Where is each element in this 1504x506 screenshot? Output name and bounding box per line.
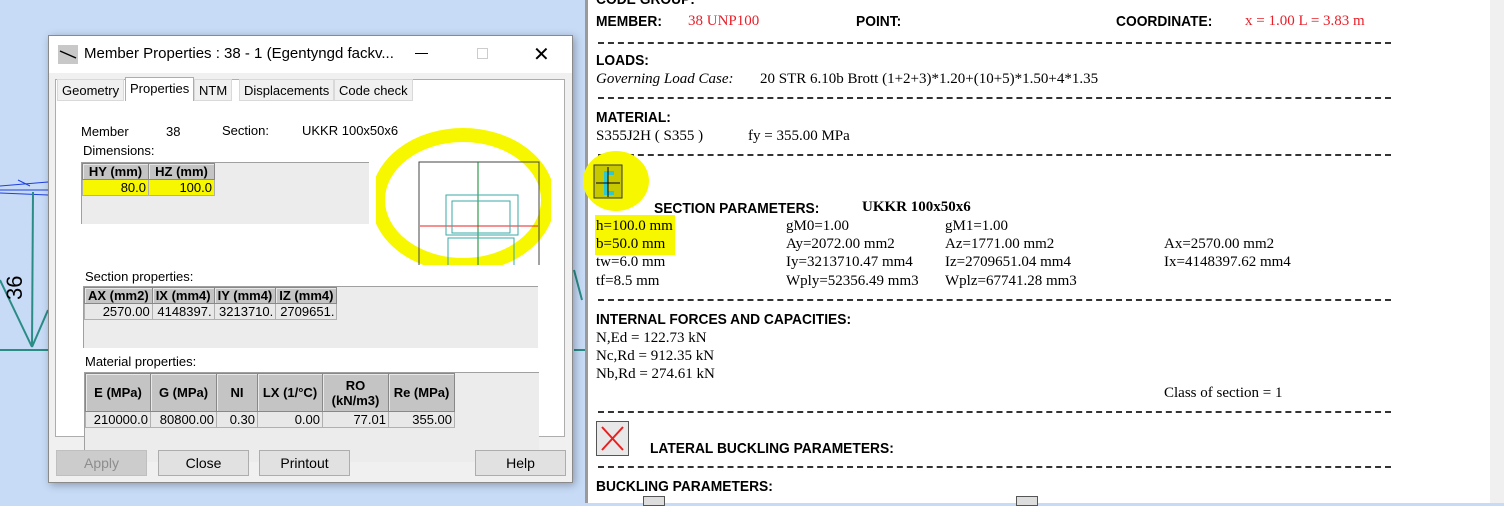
divider (598, 97, 1391, 99)
minimize-button[interactable] (415, 53, 428, 54)
tab-ntm[interactable]: NTM (194, 79, 233, 101)
tab-panel: Geometry Properties NTM Displacements Co… (55, 77, 565, 462)
material-properties-label: Material properties: (85, 354, 197, 369)
buckling-icon[interactable] (1016, 496, 1038, 506)
section-label: Section: (222, 123, 269, 138)
hy-cell[interactable]: 80.0 (82, 179, 149, 196)
param-wply: Wply=52356.49 mm3 (786, 273, 919, 289)
param-ay: Ay=2072.00 mm2 (786, 236, 895, 252)
tab-displacements[interactable]: Displacements (239, 79, 335, 101)
lx-cell[interactable]: 0.00 (257, 411, 323, 428)
col-ix: IX (mm4) (151, 287, 215, 304)
iy-cell[interactable]: 3213710. (213, 303, 277, 320)
section-parameters-label: SECTION PARAMETERS: (654, 200, 820, 217)
tab-code-check[interactable]: Code check (334, 79, 413, 101)
governing-value: 20 STR 6.10b Brott (1+2+3)*1.20+(10+5)*1… (760, 71, 1099, 87)
bar-label: 36 (2, 276, 27, 300)
param-tf: tf=8.5 mm (596, 273, 660, 289)
col-iz: IZ (mm4) (275, 287, 338, 304)
divider (598, 411, 1391, 413)
param-tw: tw=6.0 mm (596, 254, 666, 270)
internal-forces-label: INTERNAL FORCES AND CAPACITIES: (596, 311, 852, 328)
dialog-title: Member Properties : 38 - 1 (Egentyngd fa… (84, 45, 394, 62)
dimensions-label: Dimensions: (83, 143, 155, 158)
member-label: Member (81, 124, 129, 139)
help-button[interactable]: Help (475, 450, 566, 476)
force-ncrd: Nc,Rd = 912.35 kN (596, 348, 715, 364)
col-ro: RO (kN/m3) (322, 373, 389, 412)
ix-cell[interactable]: 4148397. (151, 303, 215, 320)
buckling-parameters-label: BUCKLING PARAMETERS: (596, 478, 773, 495)
lateral-buckling-label: LATERAL BUCKLING PARAMETERS: (650, 440, 894, 457)
code-group-label: CODE GROUP: (596, 0, 695, 8)
member-icon (58, 45, 78, 64)
hz-cell[interactable]: 100.0 (148, 179, 215, 196)
section-parameters-value: UKKR 100x50x6 (862, 199, 971, 215)
param-gm1: gM1=1.00 (945, 218, 1009, 234)
divider (598, 299, 1391, 301)
force-nbrd: Nb,Rd = 274.61 kN (596, 366, 715, 382)
tab-geometry[interactable]: Geometry (57, 79, 125, 101)
param-iy: Iy=3213710.47 mm4 (786, 254, 913, 270)
col-ax: AX (mm2) (84, 287, 153, 304)
param-ix: Ix=4148397.62 mm4 (1164, 254, 1291, 270)
section-icon[interactable] (578, 143, 658, 213)
ni-cell[interactable]: 0.30 (216, 411, 258, 428)
section-properties-label: Section properties: (85, 269, 194, 284)
col-e: E (MPa) (85, 373, 151, 412)
iz-cell[interactable]: 2709651. (275, 303, 338, 320)
member-value: 38 (166, 124, 181, 139)
scrollbar[interactable] (1490, 0, 1504, 503)
buckling-icon[interactable] (643, 496, 665, 506)
col-g: G (MPa) (150, 373, 217, 412)
class-of-section: Class of section = 1 (1164, 385, 1283, 401)
close-button[interactable]: Close (158, 450, 249, 476)
member-label: MEMBER: (596, 13, 662, 30)
param-h: h=100.0 mm (596, 218, 673, 234)
divider (598, 42, 1391, 44)
ro-cell[interactable]: 77.01 (322, 411, 389, 428)
maximize-button[interactable] (477, 48, 488, 59)
re-cell[interactable]: 355.00 (388, 411, 455, 428)
member-properties-dialog: Member Properties : 38 - 1 (Egentyngd fa… (48, 35, 573, 483)
param-ax: Ax=2570.00 mm2 (1164, 236, 1275, 252)
code-check-report: CODE GROUP: MEMBER: 38 UNP100 POINT: COO… (583, 0, 1490, 506)
col-hy: HY (mm) (82, 163, 149, 180)
close-icon[interactable]: ✕ (533, 42, 550, 67)
param-wplz: Wplz=67741.28 mm3 (945, 273, 1077, 289)
point-label: POINT: (856, 13, 902, 30)
coordinate-value: x = 1.00 L = 3.83 m (1245, 13, 1365, 29)
member-value: 38 UNP100 (688, 13, 760, 29)
param-iz: Iz=2709651.04 mm4 (945, 254, 1071, 270)
ax-cell[interactable]: 2570.00 (84, 303, 153, 320)
force-ned: N,Ed = 122.73 kN (596, 330, 707, 346)
fy-value: fy = 355.00 MPa (748, 128, 850, 144)
section-preview (376, 128, 551, 265)
loads-label: LOADS: (596, 52, 649, 69)
title-bar[interactable]: Member Properties : 38 - 1 (Egentyngd fa… (49, 36, 572, 73)
divider (598, 154, 1391, 156)
coordinate-label: COORDINATE: (1116, 13, 1213, 30)
param-gm0: gM0=1.00 (786, 218, 850, 234)
divider (598, 466, 1391, 468)
governing-label: Governing Load Case: (596, 71, 734, 87)
g-cell[interactable]: 80800.00 (150, 411, 217, 428)
param-az: Az=1771.00 mm2 (945, 236, 1055, 252)
e-cell[interactable]: 210000.0 (85, 411, 151, 428)
col-lx: LX (1/°C) (257, 373, 323, 412)
printout-button[interactable]: Printout (259, 450, 350, 476)
dimensions-grid[interactable]: HY (mm) HZ (mm) 80.0 100.0 (81, 162, 369, 224)
col-ni: NI (216, 373, 258, 412)
col-hz: HZ (mm) (148, 163, 215, 180)
lateral-buckling-icon[interactable] (596, 421, 629, 456)
section-properties-grid[interactable]: AX (mm2) IX (mm4) IY (mm4) IZ (mm4) 2570… (83, 286, 538, 348)
material-label: MATERIAL: (596, 109, 671, 126)
param-b: b=50.0 mm (596, 236, 666, 252)
tab-properties[interactable]: Properties (125, 77, 195, 101)
apply-button[interactable]: Apply (56, 450, 147, 476)
material-properties-grid[interactable]: E (MPa) G (MPa) NI LX (1/°C) RO (kN/m3) … (84, 372, 539, 462)
col-iy: IY (mm4) (213, 287, 277, 304)
col-re: Re (MPa) (388, 373, 455, 412)
